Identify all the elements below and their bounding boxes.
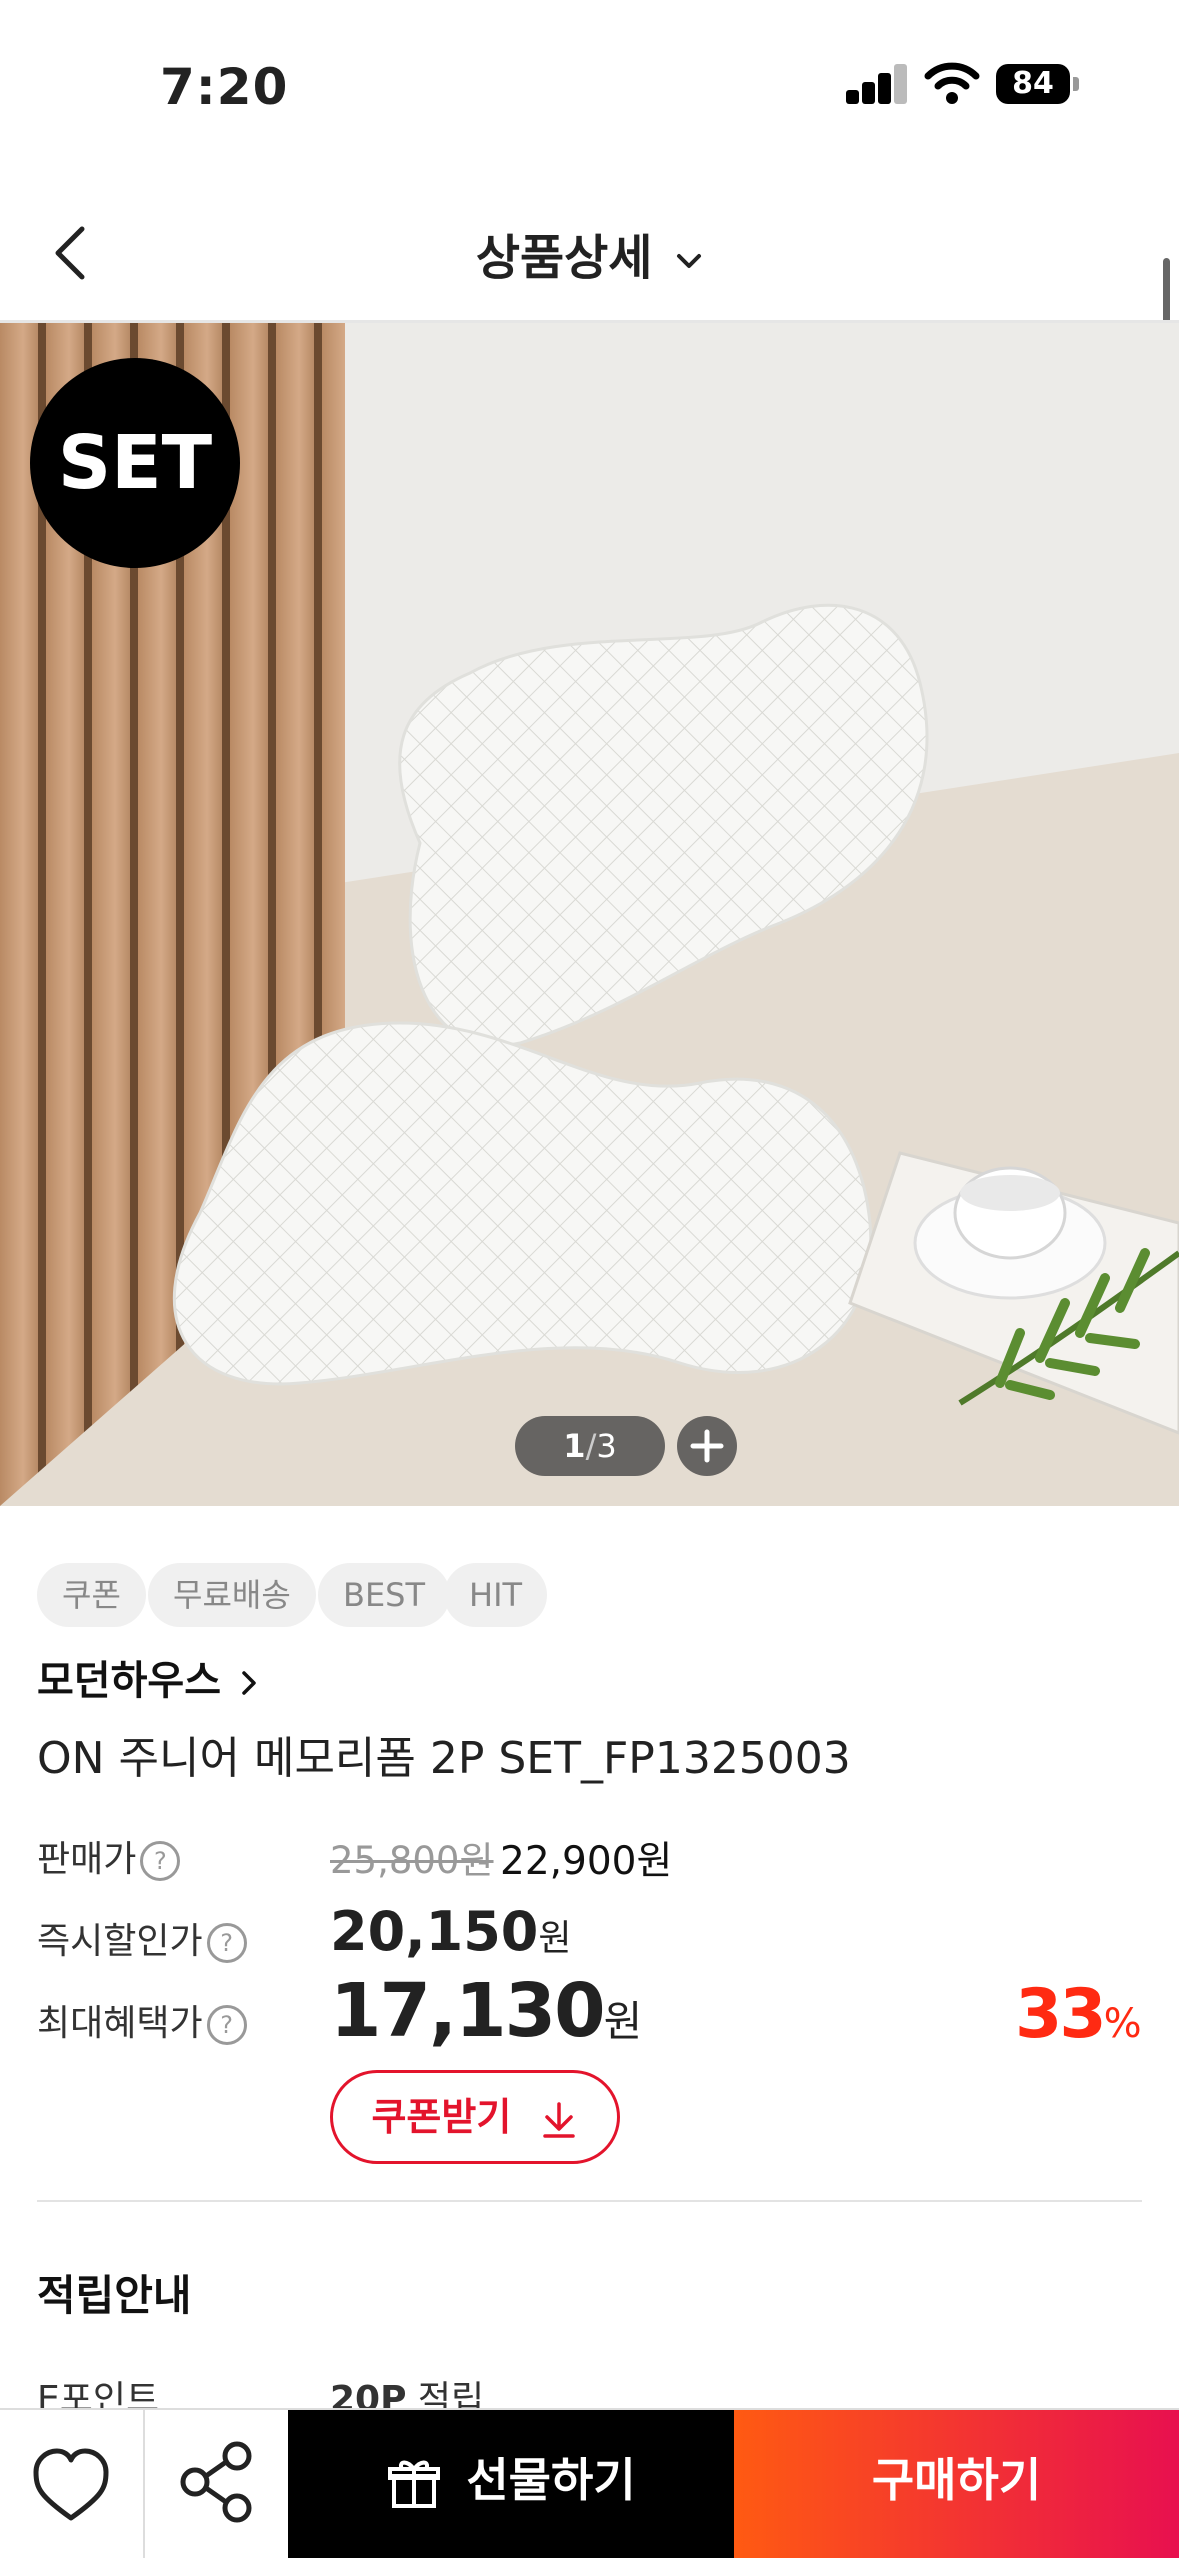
instant-price-value: 20,150 bbox=[330, 1900, 539, 1963]
gift-icon bbox=[388, 2460, 441, 2508]
set-badge: SET bbox=[30, 358, 240, 568]
plus-icon bbox=[690, 1429, 724, 1463]
zoom-button[interactable] bbox=[677, 1416, 737, 1476]
max-price-value: 17,130 bbox=[330, 1968, 606, 2054]
help-icon[interactable]: ? bbox=[140, 1841, 181, 1881]
share-icon bbox=[180, 2441, 252, 2523]
points-section-title: 적립안내 bbox=[37, 2271, 192, 2320]
buy-label: 구매하기 bbox=[871, 2453, 1042, 2507]
heart-icon bbox=[33, 2448, 109, 2521]
coupon-download-button[interactable]: 쿠폰받기 bbox=[330, 2070, 620, 2164]
tag-best: BEST bbox=[318, 1563, 451, 1627]
wifi-icon bbox=[924, 62, 980, 104]
battery-icon: 84 bbox=[996, 64, 1080, 104]
image-counter-total: 3 bbox=[596, 1427, 617, 1465]
battery-level: 84 bbox=[1012, 66, 1054, 101]
instant-price-unit: 원 bbox=[538, 1918, 572, 1959]
max-price-row-label: 최대혜택가? bbox=[37, 1994, 247, 2046]
section-divider bbox=[37, 2200, 1142, 2202]
instant-price: 20,150원 bbox=[330, 1900, 572, 1963]
share-button[interactable] bbox=[145, 2410, 288, 2558]
product-name: ON 주니어 메모리폼 2P SET_FP1325003 bbox=[37, 1733, 851, 1784]
tag-free-shipping: 무료배송 bbox=[148, 1563, 316, 1627]
discount-rate-unit: % bbox=[1103, 2001, 1142, 2047]
brand-name: 모던하우스 bbox=[37, 1658, 221, 1704]
discount-rate: 33% bbox=[1015, 1975, 1142, 2054]
discount-rate-value: 33 bbox=[1015, 1975, 1107, 2054]
product-image-carousel[interactable]: SET 1/3 bbox=[0, 323, 1179, 1506]
status-time: 7:20 bbox=[160, 58, 289, 116]
wishlist-button[interactable] bbox=[0, 2410, 145, 2558]
image-counter: 1/3 bbox=[515, 1416, 665, 1476]
instant-price-label: 즉시할인가 bbox=[37, 1921, 203, 1962]
max-price-unit: 원 bbox=[603, 1997, 643, 2046]
bottom-action-bar: 선물하기 구매하기 bbox=[0, 2408, 1179, 2558]
gift-label: 선물하기 bbox=[466, 2453, 636, 2507]
max-price-label: 최대혜택가 bbox=[37, 2003, 203, 2044]
help-icon[interactable]: ? bbox=[206, 1923, 247, 1963]
page-title-dropdown[interactable]: 상품상세 bbox=[0, 218, 1179, 288]
coupon-download-label: 쿠폰받기 bbox=[371, 2095, 512, 2139]
instant-price-row-label: 즉시할인가? bbox=[37, 1912, 247, 1964]
brand-link[interactable]: 모던하우스 bbox=[37, 1648, 259, 1706]
image-counter-current: 1 bbox=[563, 1427, 586, 1465]
tag-hit: HIT bbox=[444, 1563, 548, 1627]
tag-coupon: 쿠폰 bbox=[37, 1563, 146, 1627]
page-title: 상품상세 bbox=[475, 230, 653, 286]
image-counter-separator: / bbox=[585, 1427, 597, 1465]
download-icon bbox=[542, 2101, 575, 2138]
chevron-right-icon bbox=[242, 1671, 256, 1695]
sale-price-label: 판매가 bbox=[37, 1839, 137, 1880]
chevron-down-icon bbox=[677, 254, 702, 268]
sale-price: 22,900원 bbox=[500, 1839, 673, 1884]
gift-button[interactable]: 선물하기 bbox=[288, 2410, 734, 2558]
help-icon[interactable]: ? bbox=[206, 2005, 247, 2045]
original-price: 25,800원 bbox=[330, 1839, 494, 1882]
max-price: 17,130원 bbox=[330, 1968, 642, 2054]
sale-price-row-label: 판매가? bbox=[37, 1830, 181, 1882]
signal-icon bbox=[846, 62, 908, 104]
buy-button[interactable]: 구매하기 bbox=[734, 2410, 1179, 2558]
